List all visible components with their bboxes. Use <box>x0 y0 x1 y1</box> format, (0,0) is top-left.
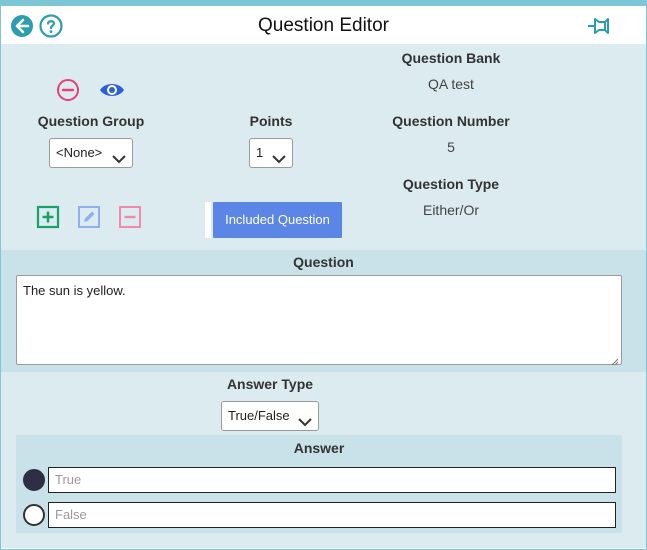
question-label: Question <box>293 254 354 270</box>
edit-icon[interactable] <box>77 205 101 229</box>
question-type-value: Either/Or <box>422 202 479 218</box>
answer-radio-false[interactable] <box>23 504 45 526</box>
header: Question Editor <box>1 6 646 44</box>
answer-radio-true[interactable] <box>23 469 45 491</box>
answer-panel: Answer Type True/False Answer True False <box>1 372 646 548</box>
question-textarea[interactable]: The sun is yellow. <box>16 275 622 366</box>
question-group-label: Question Group <box>37 113 145 129</box>
add-icon[interactable] <box>36 205 60 229</box>
question-panel: Question The sun is yellow. <box>1 250 646 372</box>
question-bank-value: QA test <box>428 76 474 92</box>
resize-handle-icon[interactable] <box>611 354 619 366</box>
remove-question-icon[interactable] <box>56 78 80 102</box>
answer-type-select[interactable]: True/False <box>221 401 319 431</box>
question-group-value: <None> <box>56 145 103 160</box>
preview-eye-icon[interactable] <box>98 78 126 102</box>
question-group-select[interactable]: <None> <box>49 138 133 168</box>
answer-title: Answer <box>293 440 345 456</box>
included-question-button[interactable]: Included Question <box>213 202 342 238</box>
points-select[interactable]: 1 <box>249 138 293 168</box>
answer-field-true[interactable]: True <box>48 467 616 493</box>
answer-box: Answer True False <box>16 435 622 533</box>
question-text: The sun is yellow. <box>23 283 126 298</box>
question-settings-panel: Question Group <None> Points 1 Included … <box>1 44 646 250</box>
question-number-label: Question Number <box>392 113 510 129</box>
chevron-down-icon <box>112 147 126 164</box>
included-toggle-indicator <box>205 202 211 238</box>
pin-icon[interactable] <box>586 14 610 38</box>
question-bank-label: Question Bank <box>401 50 501 66</box>
points-label: Points <box>249 113 293 129</box>
question-number-value: 5 <box>447 139 455 155</box>
chevron-down-icon <box>298 410 312 427</box>
chevron-down-icon <box>272 147 286 164</box>
points-value: 1 <box>256 145 264 160</box>
delete-icon[interactable] <box>118 205 142 229</box>
answer-type-value: True/False <box>228 408 290 423</box>
answer-field-false[interactable]: False <box>48 502 616 528</box>
answer-type-label: Answer Type <box>226 376 314 392</box>
question-type-label: Question Type <box>402 176 500 192</box>
page-title: Question Editor <box>258 15 389 36</box>
